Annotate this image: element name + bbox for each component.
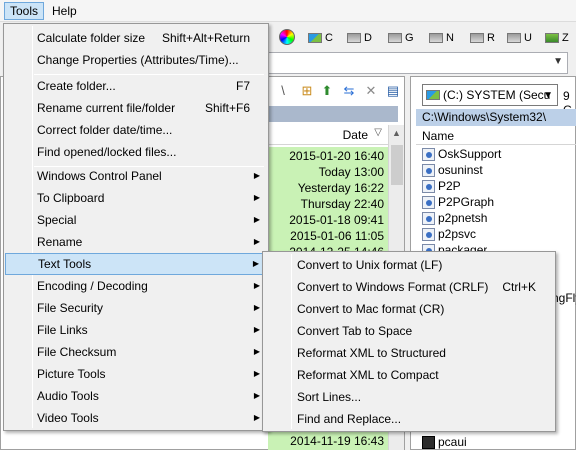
menu-item-audio-tools[interactable]: Audio Tools ▶ (5, 385, 267, 407)
drive-icon (429, 33, 443, 44)
left-column-header[interactable]: Date ▽ (268, 125, 388, 145)
drive-button-n[interactable]: N (429, 30, 454, 46)
submenu-arrow-icon: ▶ (253, 237, 260, 246)
menu-item-sort-lines[interactable]: Sort Lines... (264, 386, 554, 408)
menu-help[interactable]: Help (47, 2, 82, 20)
sort-desc-icon: ▽ (374, 127, 382, 138)
drive-icon (470, 33, 484, 44)
left-path-bar (268, 106, 398, 122)
menu-item-file-links[interactable]: File Links ▶ (5, 319, 267, 341)
file-row[interactable]: OskSupport (422, 146, 501, 162)
name-column-header[interactable]: Name (416, 127, 576, 145)
submenu-arrow-icon: ▶ (253, 347, 260, 356)
submenu-arrow-icon: ▶ (253, 391, 260, 400)
drive-button-g[interactable]: G (388, 30, 414, 46)
menu-item-file-security[interactable]: File Security ▶ (5, 297, 267, 319)
submenu-arrow-icon: ▶ (253, 193, 260, 202)
submenu-arrow-icon: ▶ (253, 281, 260, 290)
menu-item-find-replace[interactable]: Find and Replace... (264, 408, 554, 430)
drive-button-d[interactable]: D (347, 30, 372, 46)
submenu-arrow-icon: ▶ (253, 369, 260, 378)
file-row[interactable]: osuninst (422, 162, 483, 178)
windows-drive-icon (426, 90, 440, 100)
drive-icon (388, 33, 402, 44)
tools-menu: Calculate folder size Shift+Alt+Return Ch… (3, 23, 269, 431)
file-icon (422, 212, 435, 226)
menu-item-calculate-folder-size[interactable]: Calculate folder size Shift+Alt+Return (5, 27, 267, 49)
tools-icon[interactable]: ✕ (362, 82, 380, 100)
drive-button-u[interactable]: U (507, 30, 532, 46)
drive-icon (347, 33, 361, 44)
file-row[interactable]: P2P (422, 178, 461, 194)
menu-item-video-tools[interactable]: Video Tools ▶ (5, 407, 267, 429)
submenu-arrow-icon: ▶ (253, 413, 260, 422)
file-row[interactable]: p2psvc (422, 226, 476, 242)
menu-item-find-locked-files[interactable]: Find opened/locked files... (5, 141, 267, 163)
folder-up-icon[interactable]: ⬆ (318, 82, 336, 100)
drive-button-c[interactable]: C (308, 30, 333, 46)
file-icon (422, 228, 435, 242)
menu-item-convert-mac[interactable]: Convert to Mac format (CR) (264, 298, 554, 320)
refresh-icon[interactable]: ⇆ (340, 82, 358, 100)
menu-item-rename-current[interactable]: Rename current file/folder Shift+F6 (5, 97, 267, 119)
menu-item-file-checksum[interactable]: File Checksum ▶ (5, 341, 267, 363)
file-icon (422, 180, 435, 194)
list-view-icon[interactable]: ▤ (384, 82, 402, 100)
file-row[interactable]: packager (422, 242, 487, 251)
menu-item-picture-tools[interactable]: Picture Tools ▶ (5, 363, 267, 385)
text-tools-submenu: Convert to Unix format (LF) Convert to W… (262, 251, 556, 432)
drive-button-r[interactable]: R (470, 30, 495, 46)
menu-item-windows-control-panel[interactable]: Windows Control Panel ▶ (5, 165, 267, 187)
menu-item-to-clipboard[interactable]: To Clipboard ▶ (5, 187, 267, 209)
submenu-arrow-icon: ▶ (253, 171, 260, 180)
menu-item-xml-structured[interactable]: Reformat XML to Structured (264, 342, 554, 364)
scroll-thumb[interactable] (391, 145, 403, 185)
drive-button-z[interactable]: Z (545, 30, 569, 46)
menu-item-xml-compact[interactable]: Reformat XML to Compact (264, 364, 554, 386)
menu-item-encoding-decoding[interactable]: Encoding / Decoding ▶ (5, 275, 267, 297)
menu-item-special[interactable]: Special ▶ (5, 209, 267, 231)
menu-item-convert-windows[interactable]: Convert to Windows Format (CRLF) Ctrl+K (264, 276, 554, 298)
submenu-arrow-icon: ▶ (253, 303, 260, 312)
date-column-header[interactable]: Date (343, 128, 368, 142)
menu-bar: Tools Help (0, 0, 576, 22)
menu-tools[interactable]: Tools (4, 2, 45, 20)
menu-item-create-folder[interactable]: Create folder... F7 (5, 75, 267, 97)
network-drive-icon (545, 33, 559, 44)
menu-item-convert-unix[interactable]: Convert to Unix format (LF) (264, 254, 554, 276)
date-cell[interactable]: 2014-12-25 14:46 (268, 243, 388, 251)
file-row[interactable]: p2pnetsh (422, 210, 487, 226)
file-icon (422, 196, 435, 210)
drive-select[interactable]: (C:) SYSTEM (Secu ▼ (422, 84, 558, 106)
file-icon (422, 148, 435, 162)
date-cell[interactable]: 2014-11-19 16:43 (268, 432, 388, 450)
menu-item-tab-to-space[interactable]: Convert Tab to Space (264, 320, 554, 342)
path-combobox[interactable]: ▼ (268, 52, 568, 74)
right-path-bar[interactable]: C:\Windows\System32\ (416, 109, 576, 126)
menu-item-text-tools[interactable]: Text Tools ▶ (5, 253, 267, 275)
file-icon (422, 244, 435, 251)
file-row[interactable]: pcaui (422, 434, 467, 450)
file-icon (422, 436, 435, 450)
chevron-down-icon[interactable]: ▼ (553, 56, 563, 67)
backslash-icon[interactable]: \ (274, 82, 292, 100)
chevron-down-icon[interactable]: ▼ (543, 86, 553, 105)
menu-item-correct-folder-date[interactable]: Correct folder date/time... (5, 119, 267, 141)
submenu-arrow-icon: ▶ (253, 215, 260, 224)
scroll-up-icon[interactable]: ▲ (392, 128, 401, 138)
submenu-arrow-icon: ▶ (252, 259, 259, 268)
submenu-arrow-icon: ▶ (253, 325, 260, 334)
menu-item-change-properties[interactable]: Change Properties (Attributes/Time)... (5, 49, 267, 71)
folder-tree-icon[interactable]: ⊞ (298, 82, 316, 100)
windows-drive-icon (308, 33, 322, 44)
file-row[interactable]: P2PGraph (422, 194, 494, 210)
menu-item-rename[interactable]: Rename ▶ (5, 231, 267, 253)
color-wheel-icon[interactable] (279, 29, 295, 45)
drive-icon (507, 33, 521, 44)
file-icon (422, 164, 435, 178)
